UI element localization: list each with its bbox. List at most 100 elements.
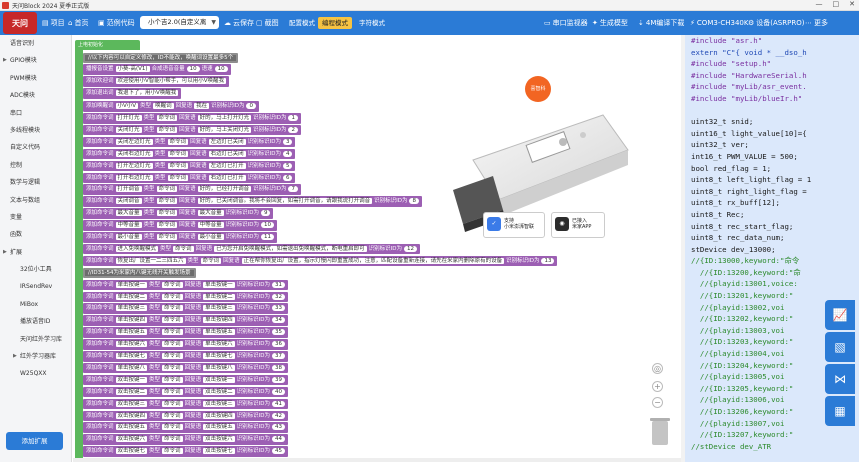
block-field[interactable]: 左边灯已关闭: [208, 138, 246, 145]
block-field[interactable]: 正在帮你恢复出厂设置，指示灯慢闪即重置成功，注意，匹配设备重新连接，请先在米家内…: [241, 257, 505, 264]
block-field[interactable]: 10: [186, 66, 200, 73]
sidebar-category[interactable]: W25QXX: [0, 365, 71, 382]
command-word-block[interactable]: 添加命令词 打开灯光 类型 命令词 回复语 好的，马上打开灯光 识别标识ID为 1: [83, 113, 301, 125]
block-field[interactable]: 双击按键二: [203, 388, 235, 395]
block-field[interactable]: 命令词: [162, 436, 183, 443]
sidebar-category[interactable]: IRSendRev: [0, 278, 71, 295]
block-field[interactable]: 43: [271, 424, 285, 431]
setup-block-header[interactable]: 上电初始化: [75, 40, 140, 50]
block-field[interactable]: 右边灯已关闭: [208, 150, 246, 157]
block-field[interactable]: 最大音量: [197, 210, 224, 217]
add-extension-button[interactable]: 添加扩展: [6, 432, 63, 450]
command-word-block[interactable]: 添加命令词 单击按键六 类型 命令词 回复语 单击按键六 识别标识ID为 36: [83, 339, 288, 351]
block-field[interactable]: 我退下了，用小V唤醒我: [115, 90, 179, 97]
command-word-block[interactable]: 添加命令词 单击按键一 类型 命令词 回复语 单击按键一 识别标识ID为 31: [83, 279, 288, 291]
port-select[interactable]: ⚡ COM3-CH340K: [690, 17, 748, 29]
block-field[interactable]: 单击按键七: [115, 353, 148, 360]
block-field[interactable]: 单击按键三: [203, 305, 235, 312]
voice-setup-block[interactable]: 添加欢迎词 欢迎使用小V智能小帮手，可以用小V唤醒我: [83, 76, 230, 88]
block-field[interactable]: 双击按键七: [115, 448, 148, 455]
sidebar-category[interactable]: 数学与逻辑: [0, 174, 71, 191]
block-field[interactable]: 命令词: [156, 186, 178, 193]
block-field[interactable]: 进入免唤醒模式: [115, 245, 159, 252]
block-field[interactable]: 34: [271, 317, 285, 324]
block-field[interactable]: 双击按键三: [115, 400, 148, 407]
device-select[interactable]: ⚙ 设备(ASRPRO): [748, 17, 804, 29]
block-field[interactable]: 35: [271, 329, 285, 336]
block-field[interactable]: 45: [271, 448, 285, 455]
block-field[interactable]: 5: [282, 162, 293, 169]
block-field[interactable]: 双击按键五: [203, 424, 235, 431]
block-field[interactable]: 10: [214, 66, 228, 73]
horizontal-scrollbar[interactable]: [73, 458, 685, 462]
block-field[interactable]: 8: [409, 198, 419, 205]
command-word-block[interactable]: 添加命令词 关闭右边灯光 类型 命令词 回复语 右边灯已关闭 识别标识ID为 4: [83, 148, 296, 160]
command-word-block[interactable]: 添加命令词 打开左边灯光 类型 命令词 回复语 左边灯已打开 识别标识ID为 5: [83, 160, 296, 172]
share-icon[interactable]: ⋈: [825, 364, 855, 394]
block-field[interactable]: 双击按键四: [203, 412, 235, 419]
screenshot-button[interactable]: ▢ 截图: [256, 17, 279, 29]
block-field[interactable]: 命令词: [200, 257, 222, 264]
sidebar-category[interactable]: ▶ 扩展: [0, 244, 71, 261]
project-menu[interactable]: ▤ 项目: [42, 17, 65, 29]
block-field[interactable]: 已为您开启免唤醒模式，如需退出免唤醒模式，断电重启即可: [214, 245, 367, 252]
block-field[interactable]: 命令词: [162, 400, 183, 407]
command-word-block[interactable]: 添加命令词 双击按键一 类型 命令词 回复语 双击按键一 识别标识ID为 39: [83, 374, 288, 386]
block-field[interactable]: 恢复出厂设置一二三四五六: [115, 257, 186, 264]
block-field[interactable]: 单击按键一: [203, 281, 235, 288]
block-field[interactable]: 命令词: [156, 234, 178, 241]
block-field[interactable]: 打开右边灯光: [115, 174, 153, 181]
block-field[interactable]: 命令词: [156, 126, 178, 133]
block-field[interactable]: 单击按键五: [203, 329, 235, 336]
command-word-block[interactable]: 添加命令词 最大音量 类型 命令词 回复语 最大音量 识别标识ID为 9: [83, 208, 274, 220]
command-word-block[interactable]: 添加命令词 双击按键五 类型 命令词 回复语 双击按键五 识别标识ID为 43: [83, 422, 288, 434]
block-field[interactable]: 42: [271, 412, 285, 419]
block-field[interactable]: 37: [271, 353, 285, 360]
block-field[interactable]: 2: [288, 126, 298, 133]
maximize-button[interactable]: □: [833, 0, 840, 8]
block-field[interactable]: 小V小V: [115, 103, 139, 110]
samples-button[interactable]: ▣ 范例代码: [98, 17, 135, 29]
block-field[interactable]: 中等音量: [115, 222, 142, 229]
block-field[interactable]: 关闭调音: [115, 198, 142, 205]
block-field[interactable]: 命令词: [162, 341, 183, 348]
sidebar-category[interactable]: 自定义代码: [0, 139, 71, 156]
close-button[interactable]: ✕: [849, 0, 855, 8]
block-workspace[interactable]: 喜智科 ✓ 支持 小米澎湃智联 ◉ 已接入 米家APP 上电初始化 //以下内容…: [73, 35, 685, 462]
block-field[interactable]: 双击按键七: [203, 448, 235, 455]
sidebar-category[interactable]: ▶ 红外学习器库: [0, 348, 71, 365]
block-field[interactable]: 10: [260, 222, 274, 229]
sidebar-category[interactable]: 串口: [0, 105, 71, 122]
block-field[interactable]: 最小音量: [197, 234, 224, 241]
block-field[interactable]: 41: [271, 400, 285, 407]
command-word-block[interactable]: 添加命令词 最小音量 类型 命令词 回复语 最小音量 识别标识ID为 11: [83, 232, 277, 244]
sidebar-category[interactable]: MiBox: [0, 296, 71, 313]
block-field[interactable]: 小葵-高(V1): [115, 66, 150, 73]
grid-icon[interactable]: ▦: [825, 396, 855, 426]
block-field[interactable]: 命令词: [162, 364, 183, 371]
block-field[interactable]: 命令词: [173, 245, 194, 252]
block-field[interactable]: 39: [271, 376, 285, 383]
block-field[interactable]: 4: [282, 150, 293, 157]
command-word-block[interactable]: 添加命令词 单击按键二 类型 命令词 回复语 单击按键二 识别标识ID为 32: [83, 291, 288, 303]
block-field[interactable]: 命令词: [167, 174, 189, 181]
command-word-block[interactable]: 添加命令词 双击按键二 类型 命令词 回复语 双击按键二 识别标识ID为 40: [83, 386, 288, 398]
sidebar-category[interactable]: 文本与数组: [0, 192, 71, 209]
serial-monitor-button[interactable]: ▭ 串口监视器: [544, 17, 588, 29]
block-field[interactable]: 命令词: [162, 305, 183, 312]
block-field[interactable]: 33: [271, 305, 285, 312]
block-field[interactable]: 中等音量: [197, 222, 224, 229]
command-word-block[interactable]: 添加命令词 关闭灯光 类型 命令词 回复语 好的，马上关闭灯光 识别标识ID为 2: [83, 124, 301, 136]
block-field[interactable]: 命令词: [162, 376, 183, 383]
block-field[interactable]: 单击按键八: [115, 364, 148, 371]
block-field[interactable]: 32: [271, 293, 285, 300]
block-field[interactable]: 好的，已关闭调音。我将不会回复，如需打开调音，请跟我说打开调音: [197, 198, 373, 205]
block-field[interactable]: 命令词: [167, 138, 189, 145]
block-field[interactable]: 单击按键二: [203, 293, 235, 300]
block-field[interactable]: 9: [260, 210, 271, 217]
chart-icon[interactable]: 📈: [825, 300, 855, 330]
command-word-block[interactable]: 添加命令词 单击按键四 类型 命令词 回复语 单击按键四 识别标识ID为 34: [83, 315, 288, 327]
block-field[interactable]: 最大音量: [115, 210, 142, 217]
more-button[interactable]: ⋯ 更多: [805, 17, 828, 29]
minimize-button[interactable]: —: [816, 0, 823, 8]
